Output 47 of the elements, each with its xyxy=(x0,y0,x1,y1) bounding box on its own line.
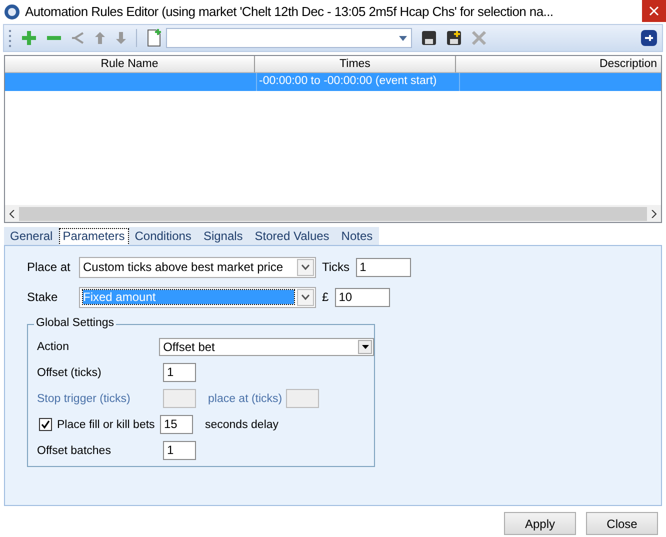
field-label: Stake xyxy=(27,290,59,304)
dropdown[interactable]: Offset bet xyxy=(159,338,374,356)
dropdown-arrow-icon xyxy=(399,36,407,40)
tab[interactable]: General xyxy=(4,227,59,245)
dropdown-arrow-icon[interactable] xyxy=(362,344,368,348)
scroll-right-icon[interactable] xyxy=(651,210,657,218)
chevron-down-icon[interactable] xyxy=(301,264,310,270)
app-logo-icon xyxy=(4,4,20,20)
input-field xyxy=(163,389,196,408)
field-label: Ticks xyxy=(322,260,350,274)
field-label: Offset batches xyxy=(37,444,112,456)
field-label: £ xyxy=(322,290,329,304)
input-field[interactable]: 15 xyxy=(160,415,193,434)
tab[interactable]: Stored Values xyxy=(248,227,336,245)
window-title: Automation Rules Editor (using market 'Chelt 12th Dec - 13:05 2m5f Hcap Chs' for selection na... xyxy=(25,4,554,19)
input-field[interactable]: 1 xyxy=(163,363,196,382)
grip-icon xyxy=(9,28,12,48)
dropdown[interactable]: Custom ticks above best market price xyxy=(79,256,316,278)
checkmark-icon xyxy=(41,420,50,429)
input-field[interactable]: 1 xyxy=(163,441,196,460)
tab[interactable]: Conditions xyxy=(128,227,198,245)
dialog-button[interactable]: Close xyxy=(586,512,658,535)
field-label: place at (ticks) xyxy=(208,392,282,404)
chevron-down-icon[interactable] xyxy=(301,294,310,300)
close-button[interactable] xyxy=(642,0,666,22)
tab[interactable]: Parameters xyxy=(58,228,129,244)
scroll-left-icon[interactable] xyxy=(9,210,15,218)
field-label: Place at xyxy=(27,260,72,274)
new-page-icon[interactable] xyxy=(146,29,162,47)
field-label: Stop trigger (ticks) xyxy=(37,392,132,404)
dialog-button[interactable]: Apply xyxy=(504,512,576,535)
table-cell: -00:00:00 to -00:00:00 (event start) xyxy=(257,73,460,91)
input-field xyxy=(286,389,320,408)
field-label: Action xyxy=(37,340,70,352)
field-label: seconds delay xyxy=(205,418,279,430)
tab[interactable]: Signals xyxy=(197,227,249,245)
save-icon[interactable] xyxy=(421,30,437,46)
checkbox[interactable] xyxy=(39,418,52,431)
close-icon xyxy=(649,6,659,16)
field-label: Offset (ticks) xyxy=(37,366,102,378)
checkbox-label: Place fill or kill bets xyxy=(57,418,156,430)
group-title: Global Settings xyxy=(34,317,116,329)
tab[interactable]: Notes xyxy=(335,227,379,245)
save-new-icon[interactable] xyxy=(446,30,462,46)
input-field[interactable]: 10 xyxy=(334,288,390,306)
horizontal-scrollbar[interactable] xyxy=(5,205,661,222)
input-field[interactable]: 1 xyxy=(356,258,411,276)
